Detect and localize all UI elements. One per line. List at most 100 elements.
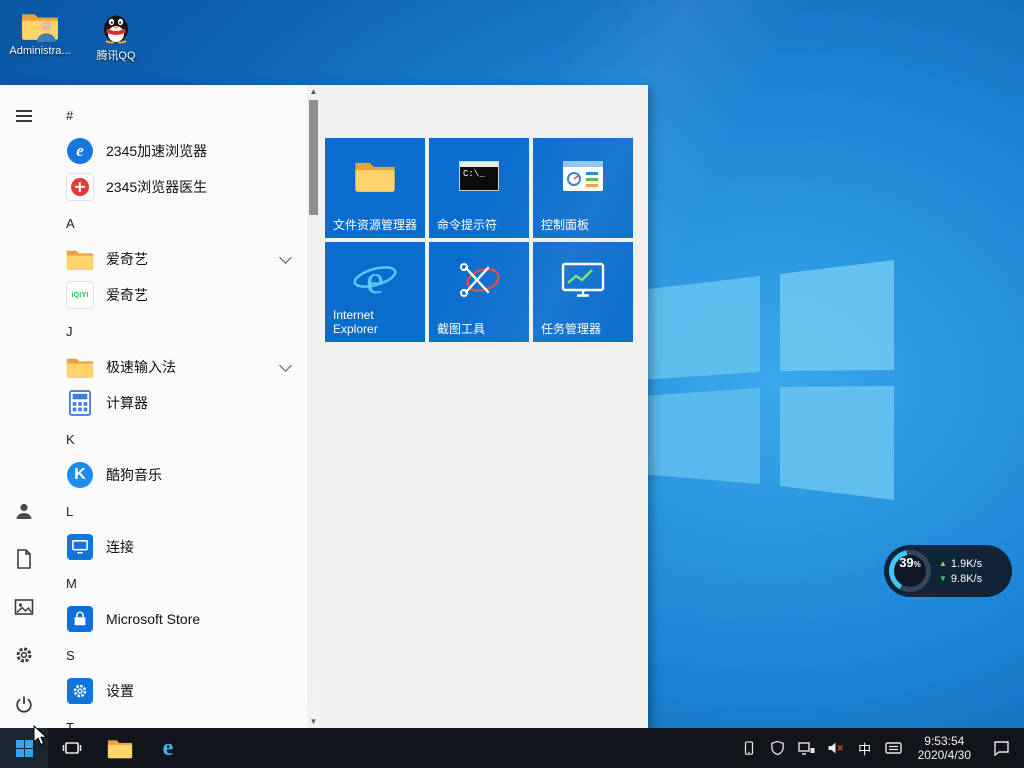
taskbar: e 中 9:53:54 2020/4/30	[0, 728, 1024, 768]
app-label: 计算器	[106, 395, 148, 411]
desktop-icon-label: Administra...	[9, 45, 71, 57]
section-header-a[interactable]: A	[48, 205, 306, 241]
section-header-l[interactable]: L	[48, 493, 306, 529]
action-center-icon[interactable]	[986, 728, 1016, 768]
app-item-settings[interactable]: 设置	[48, 673, 306, 709]
volume-muted-icon[interactable]	[827, 728, 845, 768]
section-header-s[interactable]: S	[48, 637, 306, 673]
section-letter: L	[66, 503, 74, 519]
app-label: 酷狗音乐	[106, 467, 162, 483]
section-letter: J	[66, 323, 73, 339]
app-list-scrollbar[interactable]: ▲ ▼	[307, 85, 320, 728]
clock-date: 2020/4/30	[917, 748, 971, 762]
section-header-hash[interactable]: #	[48, 97, 306, 133]
start-button[interactable]	[0, 728, 48, 768]
folder-icon	[66, 245, 94, 273]
app-item-microsoft-store[interactable]: Microsoft Store	[48, 601, 306, 637]
network-speeds: ▲ 1.9K/s ▼ 9.8K/s	[939, 558, 982, 585]
power-icon	[16, 696, 32, 713]
network-icon[interactable]	[798, 728, 816, 768]
start-tiles: 文件资源管理器 C:\_ 命令提示符 控制面板 e Internet Explo…	[325, 138, 633, 342]
app-item-connect[interactable]: 连接	[48, 529, 306, 565]
app-label: 2345加速浏览器	[106, 143, 208, 159]
windows-start-icon	[15, 739, 33, 757]
app-item-kugou[interactable]: K 酷狗音乐	[48, 457, 306, 493]
folder-item-jisu-ime[interactable]: 极速输入法	[48, 349, 306, 385]
scroll-up-arrow[interactable]: ▲	[307, 85, 320, 98]
section-letter: T	[66, 719, 74, 729]
section-header-k[interactable]: K	[48, 421, 306, 457]
start-menu: # e 2345加速浏览器 2345浏览器医生 A 爱奇艺 iQIYI 爱奇艺 …	[0, 85, 648, 728]
app-label: 连接	[106, 539, 134, 555]
snipping-tool-icon	[460, 263, 500, 297]
tile-label: 任务管理器	[541, 322, 602, 336]
control-panel-icon	[563, 161, 603, 191]
download-arrow-icon: ▼	[939, 574, 947, 583]
network-speed-widget[interactable]: 39% ▲ 1.9K/s ▼ 9.8K/s	[884, 545, 1012, 597]
task-view-button[interactable]	[48, 728, 96, 768]
tile-label: Internet Explorer	[333, 308, 378, 336]
tile-label: 命令提示符	[437, 218, 498, 232]
section-header-m[interactable]: M	[48, 565, 306, 601]
expand-menu-button[interactable]	[0, 92, 48, 140]
tile-label: 控制面板	[541, 218, 590, 232]
documents-button[interactable]	[0, 535, 48, 583]
connect-icon	[66, 533, 94, 561]
internet-explorer-icon: e	[353, 257, 397, 302]
svg-text:e: e	[366, 257, 384, 302]
usage-gauge: 39%	[889, 550, 931, 592]
kugou-icon: K	[66, 461, 94, 489]
file-explorer-icon	[107, 738, 133, 759]
app-item-2345-browser[interactable]: e 2345加速浏览器	[48, 133, 306, 169]
security-shield-icon[interactable]	[769, 728, 787, 768]
start-rail	[0, 85, 48, 728]
section-letter: S	[66, 647, 75, 663]
app-item-iqiyi[interactable]: iQIYI 爱奇艺	[48, 277, 306, 313]
pictures-button[interactable]	[0, 583, 48, 631]
calculator-icon	[66, 389, 94, 417]
gear-icon	[16, 647, 32, 663]
windows-logo	[640, 260, 894, 500]
qq-penguin-icon	[104, 15, 128, 44]
desktop-icon-administrator[interactable]: Administra...	[4, 10, 76, 57]
section-letter: A	[66, 215, 75, 231]
section-header-t[interactable]: T	[48, 709, 306, 729]
settings-app-icon	[66, 677, 94, 705]
tile-snipping-tool[interactable]: 截图工具	[429, 242, 529, 342]
tile-task-manager[interactable]: 任务管理器	[533, 242, 633, 342]
app-label: 2345浏览器医生	[106, 179, 208, 195]
settings-button[interactable]	[0, 631, 48, 679]
scroll-down-arrow[interactable]: ▼	[307, 715, 320, 728]
document-icon	[17, 549, 31, 569]
scrollbar-thumb[interactable]	[309, 100, 318, 215]
user-account-button[interactable]	[0, 487, 48, 535]
desktop-icon-qq[interactable]: 腾讯QQ	[84, 10, 148, 63]
tile-file-explorer[interactable]: 文件资源管理器	[325, 138, 425, 238]
section-header-j[interactable]: J	[48, 313, 306, 349]
ie-e-icon: e	[162, 734, 174, 761]
app-item-calculator[interactable]: 计算器	[48, 385, 306, 421]
upload-arrow-icon: ▲	[939, 559, 947, 568]
app-label: Microsoft Store	[106, 611, 201, 627]
touch-keyboard-icon[interactable]	[885, 728, 903, 768]
2345-browser-icon: e	[66, 137, 94, 165]
task-view-icon	[62, 742, 82, 754]
ime-language-indicator[interactable]: 中	[856, 728, 874, 768]
administrator-folder-icon	[22, 14, 58, 42]
desktop-icon-label: 腾讯QQ	[96, 50, 136, 62]
tile-control-panel[interactable]: 控制面板	[533, 138, 633, 238]
power-button[interactable]	[0, 680, 48, 728]
tile-command-prompt[interactable]: C:\_ 命令提示符	[429, 138, 529, 238]
chevron-down-icon	[279, 250, 292, 264]
tile-internet-explorer[interactable]: e Internet Explorer	[325, 242, 425, 342]
pictures-icon	[14, 599, 34, 615]
usage-percent-unit: %	[913, 560, 921, 569]
app-item-2345-doctor[interactable]: 2345浏览器医生	[48, 169, 306, 205]
phone-icon[interactable]	[740, 728, 758, 768]
folder-item-iqiyi[interactable]: 爱奇艺	[48, 241, 306, 277]
app-label: 爱奇艺	[106, 251, 148, 267]
taskbar-file-explorer-button[interactable]	[96, 728, 144, 768]
taskbar-clock[interactable]: 9:53:54 2020/4/30	[914, 734, 975, 762]
tile-label: 文件资源管理器	[333, 218, 418, 232]
taskbar-browser-button[interactable]: e	[144, 728, 192, 768]
